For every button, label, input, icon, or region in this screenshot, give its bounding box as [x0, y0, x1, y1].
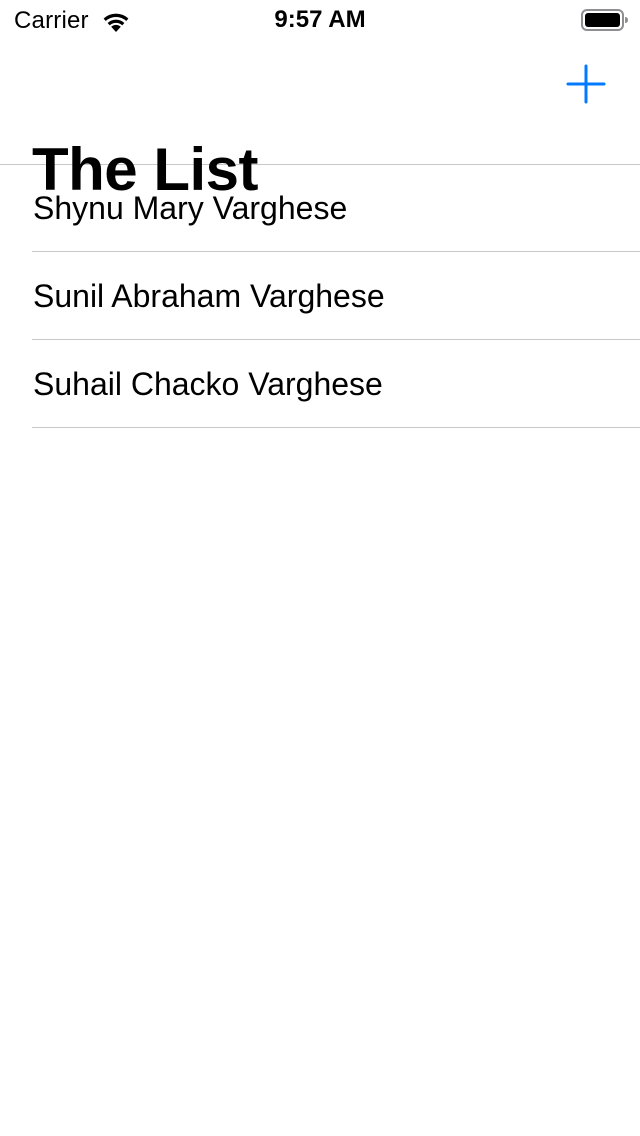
- page-title: The List: [32, 136, 259, 203]
- status-bar: Carrier 9:57 AM: [0, 0, 640, 40]
- list-item[interactable]: Suhail Chacko Varghese: [0, 340, 640, 428]
- clock-time: 9:57 AM: [274, 6, 366, 33]
- add-button[interactable]: [562, 60, 610, 108]
- plus-icon: [566, 64, 606, 104]
- list-item[interactable]: Sunil Abraham Varghese: [0, 252, 640, 340]
- battery-icon: [581, 9, 628, 31]
- list-item-label: Suhail Chacko Varghese: [33, 366, 383, 402]
- list-item-label: Sunil Abraham Varghese: [33, 278, 385, 314]
